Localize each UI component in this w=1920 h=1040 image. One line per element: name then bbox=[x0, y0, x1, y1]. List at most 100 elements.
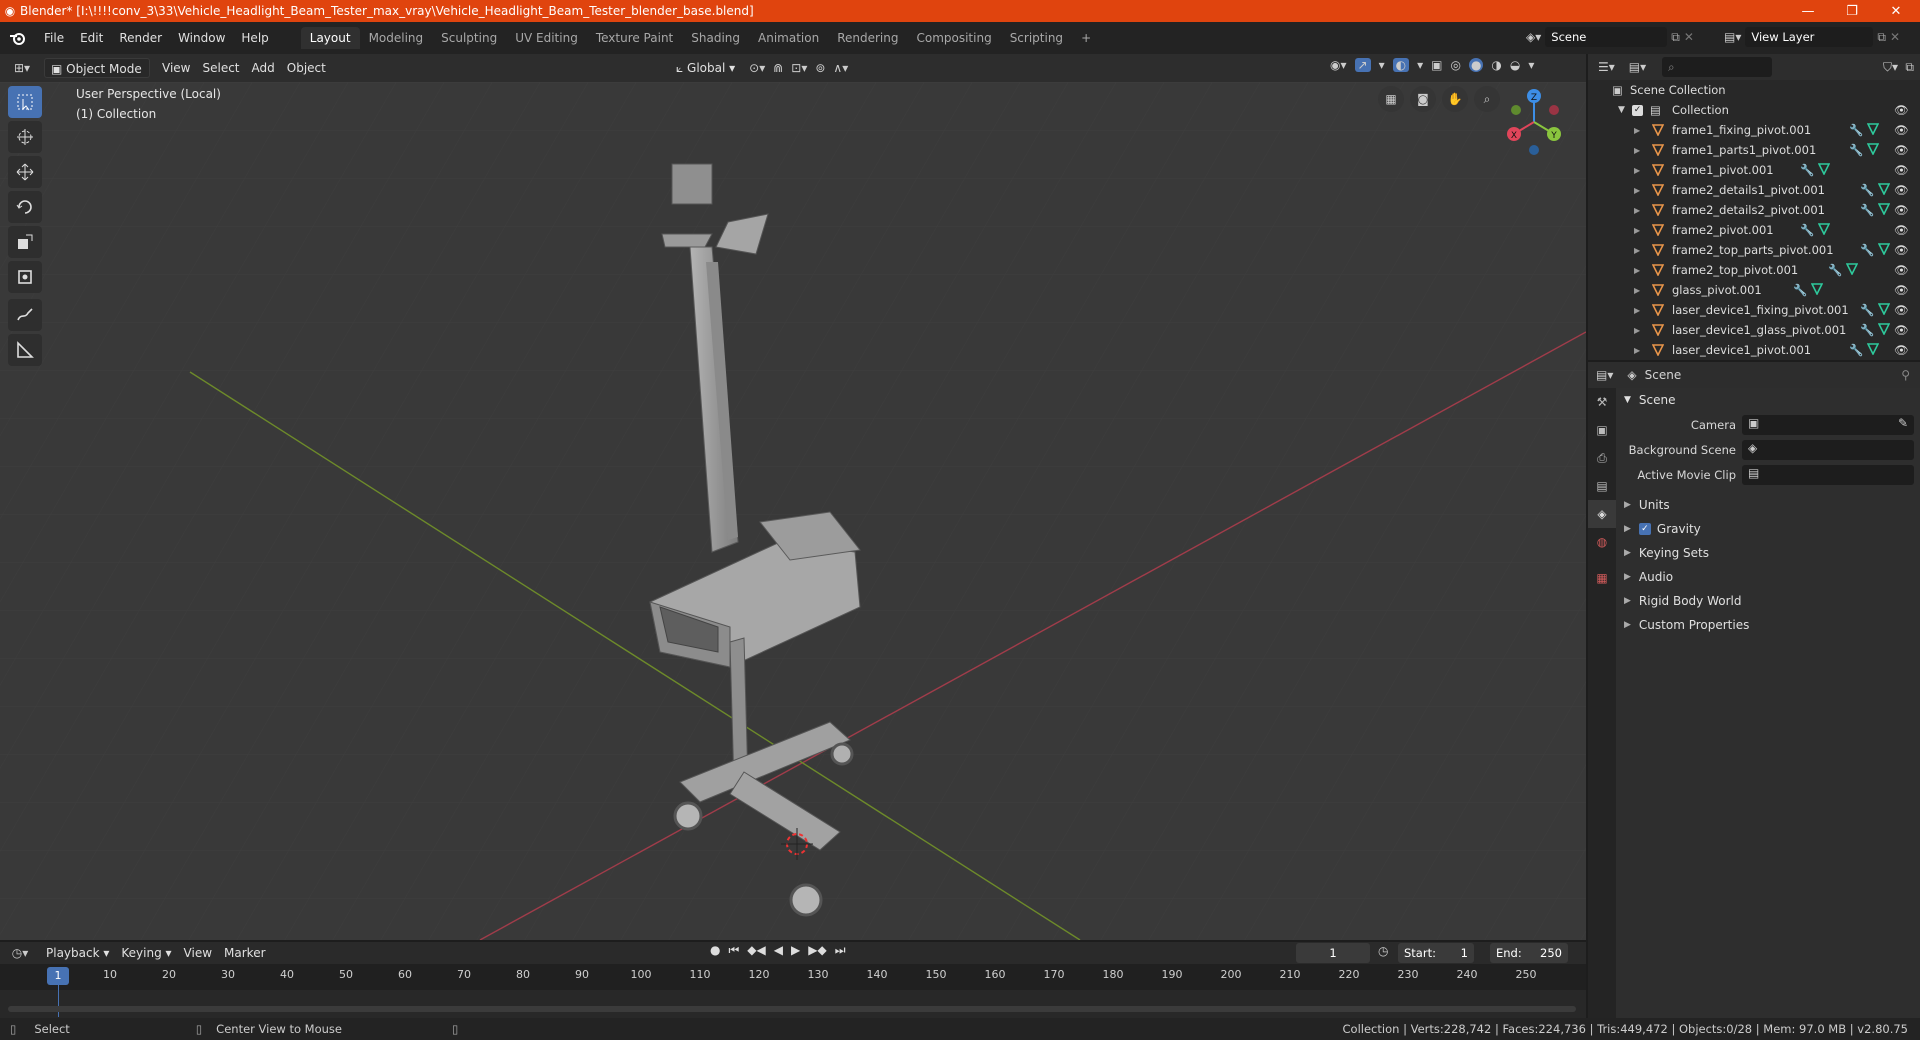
view-layer-tab[interactable]: ▤ bbox=[1588, 472, 1616, 500]
rotate-tool[interactable] bbox=[8, 191, 42, 223]
mode-selector[interactable]: ▣ Object Mode ▾ bbox=[44, 58, 150, 96]
scale-tool[interactable] bbox=[8, 226, 42, 258]
outliner-object-row[interactable]: ▶ laser_device1_glass_pivot.001 🔧 👁 bbox=[1588, 320, 1920, 340]
outliner-object-row[interactable]: ▶ frame2_top_pivot.001 🔧 👁 bbox=[1588, 260, 1920, 280]
new-view-layer-icon[interactable]: ⧉ bbox=[1877, 30, 1886, 45]
display-mode-icon[interactable]: ▤▾ bbox=[1629, 60, 1646, 74]
timeline-scrollbar[interactable] bbox=[8, 1006, 1576, 1012]
gizmo-toggle-icon[interactable]: ↗ bbox=[1354, 58, 1371, 72]
eye-icon[interactable]: 👁 bbox=[1894, 303, 1909, 317]
outliner-object-row[interactable]: ▶ frame2_pivot.001 🔧 👁 bbox=[1588, 220, 1920, 240]
timeline-ruler[interactable]: 1 10 20 30 40 50 60 70 80 90 100 110 120 130 140 150 16… bbox=[0, 964, 1586, 1017]
expand-arrow-icon[interactable]: ▶ bbox=[1634, 326, 1640, 335]
mesh-data-icon[interactable] bbox=[1866, 343, 1880, 358]
panel-keying-sets[interactable]: ▶ Keying Sets bbox=[1616, 541, 1920, 565]
tab-shading[interactable]: Shading bbox=[682, 27, 749, 49]
panel-gravity[interactable]: ▶ ✓ Gravity bbox=[1616, 517, 1920, 541]
xray-toggle-icon[interactable]: ▣ bbox=[1431, 58, 1442, 72]
wireframe-shading-icon[interactable]: ◎ bbox=[1450, 58, 1460, 72]
scene-selector[interactable]: Scene bbox=[1545, 27, 1668, 47]
tab-uv-editing[interactable]: UV Editing bbox=[506, 27, 587, 49]
background-scene-field[interactable]: ◈ bbox=[1742, 439, 1914, 460]
next-keyframe-button[interactable]: ▶◆ bbox=[808, 943, 826, 958]
gravity-checkbox[interactable]: ✓ bbox=[1638, 523, 1651, 535]
eye-icon[interactable]: 👁 bbox=[1894, 343, 1909, 357]
modifier-icon[interactable]: 🔧 bbox=[1793, 283, 1807, 297]
outliner-object-row[interactable]: ▶ frame1_pivot.001 🔧 👁 bbox=[1588, 160, 1920, 180]
outliner-collection[interactable]: ▼ ✓ ▤ Collection 👁 bbox=[1588, 100, 1920, 120]
expand-arrow-icon[interactable]: ▶ bbox=[1634, 246, 1640, 255]
falloff-icon[interactable]: ∧▾ bbox=[833, 61, 848, 75]
render-tab[interactable]: ▣ bbox=[1588, 416, 1616, 444]
eye-icon[interactable]: 👁 bbox=[1894, 163, 1909, 177]
timeline-editor-type-icon[interactable]: ◷▾ bbox=[0, 946, 40, 960]
modifier-icon[interactable]: 🔧 bbox=[1860, 203, 1874, 217]
3d-viewport[interactable] bbox=[0, 82, 1586, 940]
eye-icon[interactable]: 👁 bbox=[1894, 283, 1909, 297]
outliner-object-row[interactable]: ▶ frame1_fixing_pivot.001 🔧 👁 bbox=[1588, 120, 1920, 140]
material-shading-icon[interactable]: ◑ bbox=[1491, 58, 1501, 72]
editor-type-icon[interactable]: ⊞▾ bbox=[0, 61, 44, 75]
eye-icon[interactable]: 👁 bbox=[1894, 183, 1909, 197]
tab-layout[interactable]: Layout bbox=[300, 27, 360, 49]
outliner-object-row[interactable]: ▶ laser_device1_pivot.001 🔧 👁 bbox=[1588, 340, 1920, 360]
mesh-data-icon[interactable] bbox=[1877, 203, 1891, 218]
world-tab[interactable]: ◍ bbox=[1588, 528, 1616, 556]
viewport-scene[interactable] bbox=[0, 82, 1586, 940]
play-button[interactable]: ▶ bbox=[791, 943, 800, 958]
menu-help[interactable]: Help bbox=[233, 27, 276, 49]
panel-rigid-body-world[interactable]: ▶ Rigid Body World bbox=[1616, 589, 1920, 613]
modifier-icon[interactable]: 🔧 bbox=[1849, 143, 1863, 157]
scene-panel-header[interactable]: ▼ Scene bbox=[1616, 388, 1920, 412]
playback-menu[interactable]: Playback ▾ bbox=[40, 943, 115, 963]
current-frame-marker[interactable]: 1 bbox=[47, 967, 69, 985]
panel-audio[interactable]: ▶ Audio bbox=[1616, 565, 1920, 589]
annotate-tool[interactable] bbox=[8, 299, 42, 331]
modifier-icon[interactable]: 🔧 bbox=[1860, 323, 1874, 337]
modifier-icon[interactable]: 🔧 bbox=[1860, 303, 1874, 317]
menu-view[interactable]: View bbox=[156, 58, 196, 78]
add-workspace-button[interactable]: + bbox=[1072, 27, 1100, 49]
outliner-object-row[interactable]: ▶ frame2_details1_pivot.001 🔧 👁 bbox=[1588, 180, 1920, 200]
eye-icon[interactable]: 👁 bbox=[1894, 123, 1909, 137]
view-layer-icon[interactable]: ▤▾ bbox=[1724, 30, 1741, 44]
panel-units[interactable]: ▶ Units bbox=[1616, 493, 1920, 517]
new-collection-icon[interactable]: ⧉ bbox=[1905, 60, 1914, 75]
timeline-view-menu[interactable]: View bbox=[178, 943, 218, 963]
start-frame-field[interactable]: Start: 1 bbox=[1398, 943, 1474, 963]
eye-icon[interactable]: 👁 bbox=[1894, 243, 1909, 257]
view-layer-selector[interactable]: View Layer bbox=[1745, 27, 1874, 47]
visibility-icon[interactable]: ◉▾ bbox=[1330, 58, 1347, 72]
properties-editor-type-icon[interactable]: ▤▾ bbox=[1596, 368, 1613, 382]
camera-field[interactable]: ▣ ✎ bbox=[1742, 414, 1914, 435]
select-box-tool[interactable] bbox=[8, 86, 42, 118]
eye-icon[interactable]: 👁 bbox=[1894, 103, 1909, 117]
eye-icon[interactable]: 👁 bbox=[1894, 323, 1909, 337]
overlays-dropdown-icon[interactable]: ▾ bbox=[1417, 58, 1423, 72]
mesh-data-icon[interactable] bbox=[1817, 163, 1831, 178]
jump-end-button[interactable]: ⏭ bbox=[835, 943, 846, 958]
blender-menu-icon[interactable] bbox=[0, 31, 36, 45]
measure-tool[interactable] bbox=[8, 334, 42, 366]
menu-window[interactable]: Window bbox=[170, 27, 233, 49]
modifier-icon[interactable]: 🔧 bbox=[1800, 223, 1814, 237]
mesh-data-icon[interactable] bbox=[1866, 143, 1880, 158]
navigation-gizmo[interactable]: Z X Y bbox=[1498, 86, 1570, 158]
prev-keyframe-button[interactable]: ◆◀ bbox=[747, 943, 765, 958]
mesh-data-icon[interactable] bbox=[1877, 183, 1891, 198]
transform-tool[interactable] bbox=[8, 261, 42, 293]
tool-tab[interactable]: ⚒ bbox=[1588, 388, 1616, 416]
expand-arrow-icon[interactable]: ▶ bbox=[1634, 266, 1640, 275]
camera-view-button[interactable]: ◙ bbox=[1410, 86, 1436, 112]
outliner-object-row[interactable]: ▶ frame2_details2_pivot.001 🔧 👁 bbox=[1588, 200, 1920, 220]
pan-view-button[interactable]: ✋ bbox=[1442, 86, 1468, 112]
maximize-button[interactable]: ❐ bbox=[1830, 0, 1874, 22]
menu-object[interactable]: Object bbox=[281, 58, 332, 78]
marker-menu[interactable]: Marker bbox=[218, 943, 271, 963]
expand-collapse-icon[interactable]: ▼ bbox=[1618, 105, 1625, 115]
filter-icon[interactable]: ⛉▾ bbox=[1883, 60, 1898, 75]
collection-checkbox[interactable]: ✓ bbox=[1632, 104, 1643, 116]
clock-icon[interactable]: ◷ bbox=[1378, 944, 1388, 958]
menu-select[interactable]: Select bbox=[196, 58, 245, 78]
eyedropper-icon[interactable]: ✎ bbox=[1898, 416, 1908, 430]
